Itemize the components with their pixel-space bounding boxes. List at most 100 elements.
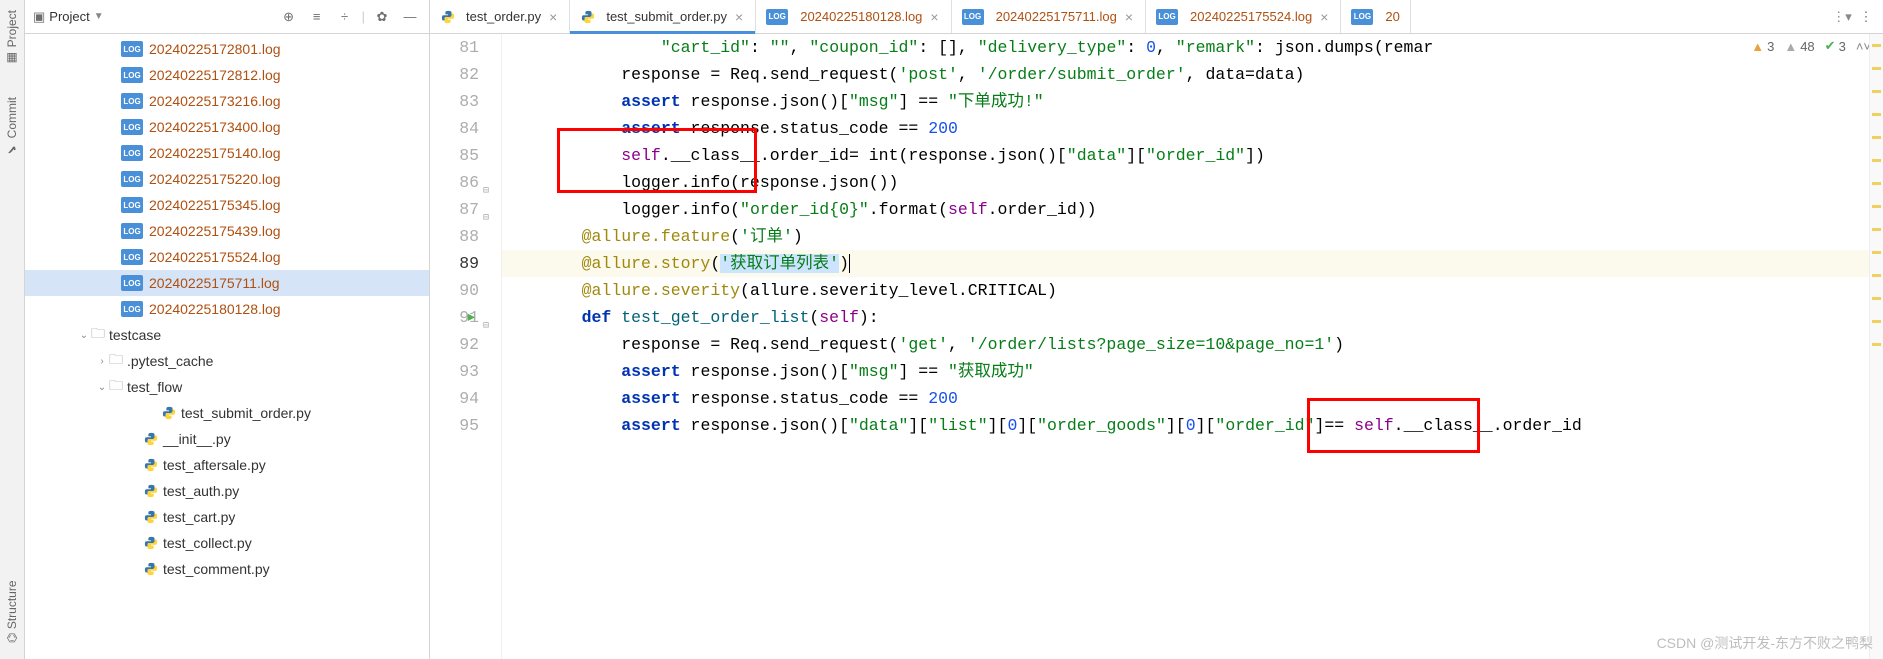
code-body[interactable]: "cart_id": "", "coupon_id": [], "deliver… (502, 34, 1869, 659)
tree-folder-testcase[interactable]: ⌄🗀testcase (25, 322, 429, 348)
watermark: CSDN @测试开发-东方不败之鸭梨 (1657, 633, 1873, 653)
code-line[interactable]: logger.info(response.json()) (502, 169, 1869, 196)
tree-py-file[interactable]: test_comment.py (25, 556, 429, 582)
editor-tab[interactable]: test_order.py× (430, 0, 570, 33)
dropdown-icon: ▼ (94, 11, 104, 22)
code-line[interactable]: @allure.story('获取订单列表') (502, 250, 1869, 277)
editor-tab[interactable]: LOG20240225175711.log× (952, 0, 1146, 33)
tree-log-file[interactable]: LOG20240225175220.log (25, 166, 429, 192)
line-number[interactable]: 86⊟ (430, 169, 479, 196)
chevron-down-icon: ⌄ (95, 382, 109, 393)
tree-log-file[interactable]: LOG20240225180128.log (25, 296, 429, 322)
tree-folder-test-flow[interactable]: ⌄🗀test_flow (25, 374, 429, 400)
settings-icon[interactable]: ✿ (371, 6, 393, 28)
tab-list-dropdown-icon[interactable]: ⋮▾ (1831, 6, 1853, 28)
code-line[interactable]: "cart_id": "", "coupon_id": [], "deliver… (502, 34, 1869, 61)
project-tree[interactable]: LOG20240225172801.logLOG20240225172812.l… (25, 34, 429, 659)
editor-tab[interactable]: LOG20240225175524.log× (1146, 0, 1341, 33)
tree-log-file[interactable]: LOG20240225175711.log (25, 270, 429, 296)
editor-tab[interactable]: LOG 20 (1341, 0, 1410, 33)
log-icon: LOG (1351, 9, 1373, 25)
code-line[interactable]: self.__class__.order_id= int(response.js… (502, 142, 1869, 169)
tree-py-file[interactable]: test_cart.py (25, 504, 429, 530)
code-line[interactable]: assert response.json()["msg"] == "下单成功!" (502, 88, 1869, 115)
tree-log-file[interactable]: LOG20240225175140.log (25, 140, 429, 166)
expand-all-icon[interactable]: ≡ (306, 6, 328, 28)
line-number[interactable]: 85 (430, 142, 479, 169)
line-number[interactable]: 82 (430, 61, 479, 88)
hide-icon[interactable]: — (399, 6, 421, 28)
line-number[interactable]: 83 (430, 88, 479, 115)
log-icon: LOG (121, 67, 143, 83)
line-number[interactable]: 87⊟ (430, 196, 479, 223)
tab-label: 20240225175711.log (996, 9, 1117, 24)
code-line[interactable]: response = Req.send_request('post', '/or… (502, 61, 1869, 88)
fold-icon[interactable]: ⊟ (479, 313, 489, 323)
tree-log-file[interactable]: LOG20240225175439.log (25, 218, 429, 244)
vtab-commit[interactable]: ✔Commit (3, 91, 21, 162)
tab-more-icon[interactable]: ⋮ (1855, 6, 1877, 28)
tab-label: 20 (1385, 9, 1399, 24)
close-icon[interactable]: × (733, 9, 745, 25)
line-number[interactable]: 90 (430, 277, 479, 304)
tree-py-file[interactable]: test_auth.py (25, 478, 429, 504)
run-icon[interactable]: ▶ (468, 304, 475, 331)
python-icon (440, 9, 456, 25)
log-icon: LOG (121, 275, 143, 291)
line-number[interactable]: 94 (430, 385, 479, 412)
tree-log-file[interactable]: LOG20240225173216.log (25, 88, 429, 114)
code-line[interactable]: assert response.json()["msg"] == "获取成功" (502, 358, 1869, 385)
tree-py-file[interactable]: test_submit_order.py (25, 400, 429, 426)
code-line[interactable]: assert response.status_code == 200 (502, 385, 1869, 412)
line-number[interactable]: 93 (430, 358, 479, 385)
line-number[interactable]: 88 (430, 223, 479, 250)
line-number[interactable]: 89 (430, 250, 479, 277)
code-line[interactable]: logger.info("order_id{0}".format(self.or… (502, 196, 1869, 223)
close-icon[interactable]: × (928, 9, 940, 25)
code-line[interactable]: def test_get_order_list(self): (502, 304, 1869, 331)
fold-icon[interactable]: ⊟ (479, 178, 489, 188)
tree-log-file[interactable]: LOG20240225175345.log (25, 192, 429, 218)
code-line[interactable]: @allure.feature('订单') (502, 223, 1869, 250)
log-icon: LOG (121, 223, 143, 239)
vtab-structure[interactable]: ⌬Structure (3, 574, 21, 649)
folder-icon: 🗀 (91, 323, 105, 347)
tree-folder-pytest-cache[interactable]: ›🗀.pytest_cache (25, 348, 429, 374)
close-icon[interactable]: × (547, 9, 559, 25)
code-line[interactable]: assert response.json()["data"]["list"][0… (502, 412, 1869, 439)
error-stripe[interactable] (1869, 34, 1883, 659)
code-editor[interactable]: 818283848586⊟87⊟88899091▶⊟92939495 "cart… (430, 34, 1883, 659)
line-gutter[interactable]: 818283848586⊟87⊟88899091▶⊟92939495 (430, 34, 502, 659)
code-line[interactable]: @allure.severity(allure.severity_level.C… (502, 277, 1869, 304)
tree-py-file[interactable]: __init__.py (25, 426, 429, 452)
collapse-all-icon[interactable]: ÷ (334, 6, 356, 28)
line-number[interactable]: 84 (430, 115, 479, 142)
close-icon[interactable]: × (1123, 9, 1135, 25)
log-icon: LOG (766, 9, 788, 25)
folder-icon: 🗀 (109, 375, 123, 399)
code-line[interactable]: response = Req.send_request('get', '/ord… (502, 331, 1869, 358)
tree-log-file[interactable]: LOG20240225173400.log (25, 114, 429, 140)
line-number[interactable]: 95 (430, 412, 479, 439)
close-icon[interactable]: × (1318, 9, 1330, 25)
tree-py-file[interactable]: test_aftersale.py (25, 452, 429, 478)
log-icon: LOG (121, 197, 143, 213)
line-number[interactable]: 81 (430, 34, 479, 61)
vtab-project[interactable]: ▦Project (3, 4, 21, 71)
tree-log-file[interactable]: LOG20240225175524.log (25, 244, 429, 270)
line-number[interactable]: 91▶⊟ (430, 304, 479, 331)
select-opened-file-icon[interactable]: ⊕ (278, 6, 300, 28)
tab-label: 20240225175524.log (1190, 9, 1312, 24)
code-line[interactable]: assert response.status_code == 200 (502, 115, 1869, 142)
tree-py-file[interactable]: test_collect.py (25, 530, 429, 556)
line-number[interactable]: 92 (430, 331, 479, 358)
editor-tab[interactable]: test_submit_order.py × (570, 0, 756, 33)
log-icon: LOG (121, 145, 143, 161)
fold-icon[interactable]: ⊟ (479, 205, 489, 215)
tab-label: test_submit_order.py (606, 9, 727, 24)
tree-log-file[interactable]: LOG20240225172801.log (25, 36, 429, 62)
project-title[interactable]: ▣ Project ▼ (33, 9, 104, 25)
tree-log-file[interactable]: LOG20240225172812.log (25, 62, 429, 88)
python-icon (143, 431, 159, 447)
editor-tab[interactable]: LOG20240225180128.log× (756, 0, 951, 33)
